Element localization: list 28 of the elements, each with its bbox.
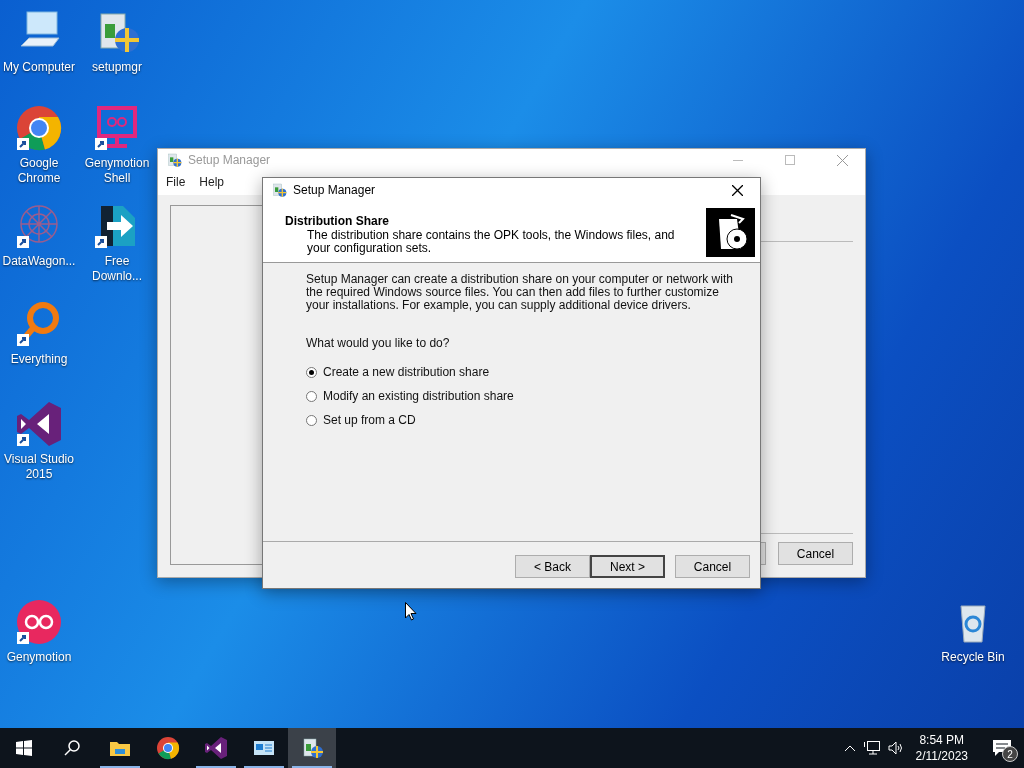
clock-time[interactable]: 8:54 PM [919,732,965,748]
wizard-description: The distribution share contains the OPK tools, the Windows files, and your configuration sets. [307,229,676,255]
menu-item[interactable]: File [161,173,191,191]
cancel-button[interactable]: Cancel [778,542,853,565]
desktop-icon-label[interactable]: Everything [0,352,78,367]
wizard-button[interactable]: Next > [590,555,665,578]
option-label[interactable]: Set up from a CD [323,413,416,427]
wizard-heading: Distribution Share [285,214,390,228]
desktop-icon-label[interactable]: Genymotion Shell [78,156,156,186]
dialog-title: Setup Manager [293,183,377,197]
notifications-button[interactable]: 2 [988,734,1016,762]
wizard-button[interactable]: < Back [515,555,590,578]
clock-date[interactable]: 2/11/2023 [915,748,968,764]
question-label: What would you like to do? [306,336,451,350]
menu-item[interactable]: Help [194,173,230,191]
intro-text: Setup Manager can create a distribution share on your computer or network with the required Windows source files. You can then add files to further customize your installations. For example, you can supply additional device drivers. [306,273,734,312]
desktop-icon-label[interactable]: Recycle Bin [934,650,1012,665]
desktop-icon-label[interactable]: setupmgr [78,60,156,75]
desktop-icon-label[interactable]: Free Downlo... [78,254,156,284]
desktop-icon-label[interactable]: Google Chrome [0,156,78,186]
window-title: Setup Manager [188,153,272,167]
option-label[interactable]: Modify an existing distribution share [323,389,514,403]
desktop-icon-label[interactable]: My Computer [0,60,78,75]
desktop-icon-label[interactable]: Visual Studio 2015 [0,452,78,482]
desktop-icon-label[interactable]: Genymotion [0,650,78,665]
desktop-icon-label[interactable]: DataWagon... [0,254,78,269]
wizard-button[interactable]: Cancel [675,555,750,578]
option-label[interactable]: Create a new distribution share [323,365,490,379]
